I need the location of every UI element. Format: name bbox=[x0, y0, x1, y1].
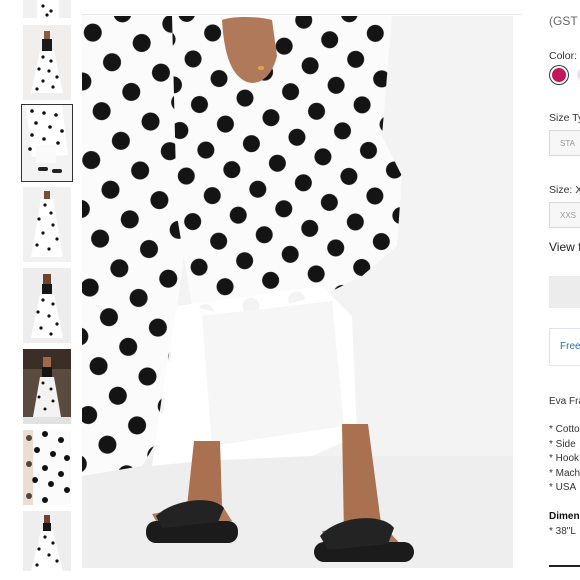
thumbnail-7[interactable] bbox=[23, 430, 71, 505]
shipping-text: Free bbox=[560, 341, 580, 352]
dimensions-label: Dimen bbox=[549, 511, 580, 522]
thumbnail-gallery bbox=[0, 0, 80, 580]
bullet-5: * USA bbox=[549, 482, 577, 493]
thumbnail-5[interactable] bbox=[23, 268, 71, 343]
divider-bottom bbox=[549, 565, 580, 567]
add-to-bag-button[interactable] bbox=[549, 276, 580, 308]
dimensions-value: * 38"L bbox=[549, 526, 576, 537]
price-tax-note: (GST i bbox=[549, 14, 580, 28]
divider bbox=[82, 14, 522, 15]
thumbnail-2[interactable] bbox=[23, 25, 71, 100]
bullet-1: * Cotto bbox=[549, 424, 580, 435]
bullet-3: * Hook bbox=[549, 453, 580, 464]
main-product-image[interactable] bbox=[82, 16, 513, 568]
thumbnail-1[interactable] bbox=[23, 0, 71, 18]
size-type-option[interactable]: STA bbox=[549, 130, 580, 156]
thumbnail-6[interactable] bbox=[23, 349, 71, 424]
thumbnail-8[interactable] bbox=[23, 511, 71, 571]
color-swatch-1[interactable] bbox=[552, 68, 566, 82]
size-option-xxs[interactable]: XXS bbox=[549, 202, 580, 228]
bullet-4: * Mach bbox=[549, 468, 580, 479]
brand-text: Eva Fra bbox=[549, 396, 580, 407]
product-info-panel: (GST i Color: Size Ty STA Size: X XXS Vi… bbox=[549, 0, 580, 580]
shipping-banner: Free bbox=[549, 328, 580, 366]
size-label: Size: X bbox=[549, 184, 580, 196]
size-type-label: Size Ty bbox=[549, 112, 580, 124]
view-fit-link[interactable]: View f bbox=[549, 240, 580, 254]
color-label: Color: bbox=[549, 50, 578, 62]
thumbnail-4[interactable] bbox=[23, 187, 71, 262]
thumbnail-3-selected[interactable] bbox=[21, 104, 73, 182]
polka-dot-skirt-image bbox=[82, 16, 513, 568]
bullet-2: * Side bbox=[549, 439, 576, 450]
